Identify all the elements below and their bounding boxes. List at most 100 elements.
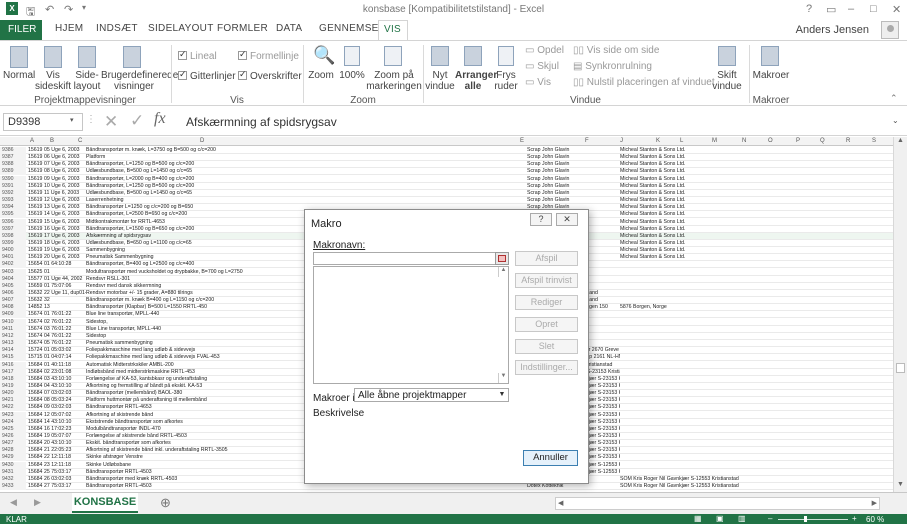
row-header[interactable]: 9430 [0, 461, 26, 469]
row-header[interactable]: 9425 [0, 425, 26, 433]
table-cell[interactable]: 19 05:07:07 [44, 433, 86, 440]
table-cell[interactable]: 14852 [28, 304, 44, 311]
row-header[interactable]: 9419 [0, 382, 26, 390]
table-cell[interactable]: 13 Uge 6, 2003 [44, 204, 86, 211]
avatar[interactable] [881, 21, 899, 39]
run-button[interactable]: Afspil [515, 251, 578, 266]
close-window-button[interactable]: ✕ [892, 3, 901, 16]
unhide-button[interactable]: ▭ Vis [525, 77, 551, 88]
table-cell[interactable]: 15619 [28, 168, 44, 175]
table-cell[interactable]: Platform [86, 154, 526, 161]
table-cell[interactable]: 08 Uge 6, 2003 [44, 168, 86, 175]
page-break-status-icon[interactable]: ▥ [738, 514, 746, 523]
table-cell[interactable]: 21 22:05:23 [44, 447, 86, 454]
table-cell[interactable]: 15715 [28, 354, 44, 361]
row-header[interactable]: 9416 [0, 361, 26, 369]
table-cell[interactable]: Båndtransportør, L=1250 og B=500 og c/c=… [86, 161, 526, 168]
table-cell[interactable]: 05 76:01:22 [44, 340, 86, 347]
horizontal-scrollbar[interactable]: ◀ ▶ [555, 497, 880, 510]
next-sheet-icon[interactable]: ▶ [34, 497, 41, 508]
sync-scroll-button[interactable]: ▤ Synkronrulning [573, 61, 652, 72]
macros-button[interactable]: Makroer [751, 70, 791, 81]
scroll-left-icon[interactable]: ◀ [558, 499, 563, 507]
row-header[interactable]: 9421 [0, 397, 26, 405]
create-button[interactable]: Opret [515, 317, 578, 332]
table-cell[interactable]: Micheal Stanton & Sons Ltd. [620, 161, 800, 168]
table-cell[interactable]: SOM Kris Roger Nil Gavnkjær S-12553 Kris… [620, 483, 800, 490]
table-cell[interactable]: 15619 [28, 240, 44, 247]
row-header[interactable]: 9401 [0, 254, 26, 262]
table-cell[interactable]: 01 64:10:28 [44, 261, 86, 268]
table-cell[interactable]: Scrap John Glavin [527, 183, 620, 190]
table-cell[interactable]: 15619 [28, 147, 44, 154]
tab-filer[interactable]: FILER [0, 20, 42, 40]
insert-function-icon[interactable]: fx [154, 110, 166, 128]
table-cell[interactable]: 01 75:07:06 [44, 283, 86, 290]
table-cell[interactable]: 15619 [28, 161, 44, 168]
zoom-level[interactable]: 60 % [866, 515, 884, 524]
row-header[interactable]: 9406 [0, 290, 26, 297]
table-cell[interactable]: 02 76:01:22 [44, 319, 86, 326]
row-header[interactable]: 9409 [0, 311, 26, 319]
split-button[interactable]: ▭ Opdel [525, 45, 564, 56]
row-header[interactable]: 9387 [0, 154, 26, 162]
row-header[interactable]: 9391 [0, 182, 26, 190]
step-into-button[interactable]: Afspil trinvist [515, 273, 578, 288]
table-cell[interactable]: 10 Uge 6, 2003 [44, 183, 86, 190]
table-cell[interactable]: 15684 [28, 426, 44, 433]
ruler-checkbox[interactable]: Lineal [178, 49, 217, 62]
macros-in-select[interactable]: Alle åbne projektmapper ▼ [354, 388, 509, 402]
table-cell[interactable]: 15619 [28, 190, 44, 197]
table-cell[interactable]: 15684 [28, 483, 44, 490]
table-cell[interactable]: 14 43:10:10 [44, 419, 86, 426]
table-cell[interactable]: 01 Uge 44, 2002 [44, 276, 86, 283]
table-cell[interactable]: 15684 [28, 476, 44, 483]
scroll-down-icon[interactable]: ▼ [897, 481, 904, 488]
tab-hjem[interactable]: HJEM [55, 23, 83, 34]
table-row[interactable]: 9388 15619 07 Uge 6, 2003 Båndtransportør, … [0, 161, 893, 169]
row-header[interactable]: 9393 [0, 197, 26, 205]
row-header[interactable]: 9413 [0, 340, 26, 348]
hide-button[interactable]: ▭ Skjul [525, 61, 559, 72]
zoom-slider[interactable] [778, 519, 848, 520]
scroll-thumb[interactable] [896, 363, 905, 373]
table-cell[interactable]: 15619 [28, 183, 44, 190]
table-cell[interactable]: Micheal Stanton & Sons Ltd. [620, 219, 800, 226]
table-cell[interactable]: 15632 [28, 290, 44, 297]
list-scroll-down-icon[interactable]: ▼ [498, 373, 508, 383]
tab-gennemse[interactable]: GENNEMSE [319, 23, 379, 34]
tab-indsaet[interactable]: INDSÆT [96, 23, 138, 34]
table-cell[interactable]: Dotex Kötteknik [527, 483, 620, 490]
row-header[interactable]: 9404 [0, 275, 26, 283]
table-cell[interactable]: 15 Uge 6, 2003 [44, 219, 86, 226]
zoom-slider-thumb[interactable] [804, 516, 807, 522]
table-cell[interactable]: Micheal Stanton & Sons Ltd. [620, 254, 800, 261]
row-header[interactable]: 9407 [0, 297, 26, 305]
row-header[interactable]: 9427 [0, 440, 26, 448]
row-header[interactable]: 9422 [0, 404, 26, 412]
table-cell[interactable]: 15619 [28, 233, 44, 240]
table-cell[interactable]: 20 Uge 6, 2003 [44, 254, 86, 261]
row-header[interactable]: 9424 [0, 418, 26, 426]
row-header[interactable]: 9408 [0, 304, 26, 312]
table-cell[interactable]: 15684 [28, 383, 44, 390]
column-header[interactable]: S [872, 138, 876, 144]
row-header[interactable]: 9403 [0, 268, 26, 276]
column-header[interactable]: J [620, 138, 623, 144]
table-cell[interactable]: 22 12:11:18 [44, 454, 86, 461]
column-header[interactable]: D [200, 138, 204, 144]
row-header[interactable]: 9400 [0, 247, 26, 255]
table-cell[interactable]: 15619 [28, 219, 44, 226]
custom-views-button[interactable]: Brugerdefinerede visninger [101, 70, 178, 92]
column-header[interactable]: B [50, 138, 54, 144]
row-header[interactable]: 9390 [0, 175, 26, 183]
table-cell[interactable]: 15659 [28, 283, 44, 290]
column-header[interactable]: A [30, 138, 34, 144]
row-header[interactable]: 9415 [0, 354, 26, 362]
table-cell[interactable]: 03 43:10:10 [44, 376, 86, 383]
macro-name-input[interactable] [313, 252, 498, 265]
zoom-out-icon[interactable]: – [768, 514, 772, 523]
cancel-icon[interactable]: ✕ [104, 112, 118, 132]
row-header[interactable]: 9388 [0, 161, 26, 169]
maximize-button[interactable]: □ [870, 3, 877, 15]
